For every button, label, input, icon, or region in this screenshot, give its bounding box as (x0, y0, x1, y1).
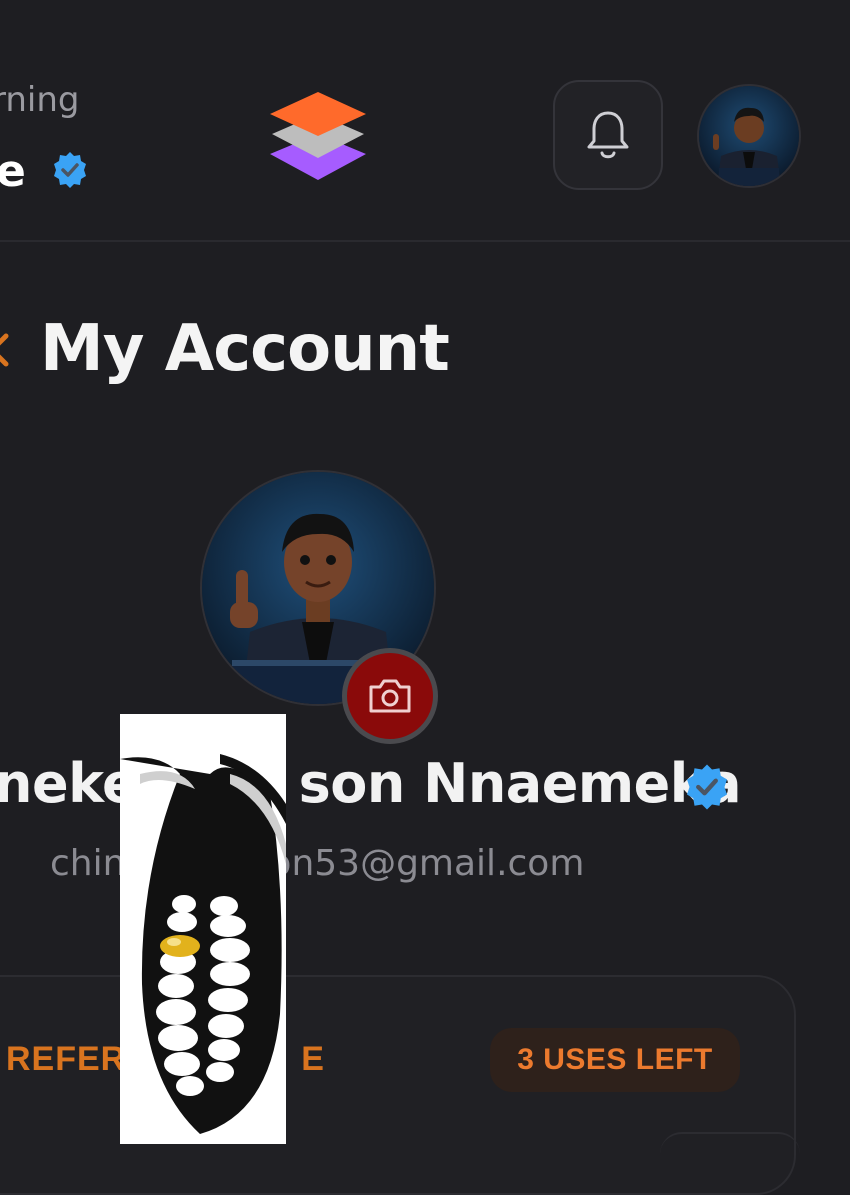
grinning-mouth-sticker (120, 714, 286, 1144)
uses-left-text: 3 USES LEFT (517, 1043, 713, 1076)
profile-avatar-button[interactable] (697, 84, 801, 188)
bell-icon (587, 111, 629, 159)
notifications-button[interactable] (553, 80, 663, 190)
camera-icon (369, 679, 411, 713)
verified-badge-icon (54, 152, 86, 188)
greeting-user-name: e (0, 146, 26, 197)
layers-logo-icon (270, 92, 366, 180)
uses-left-badge: 3 USES LEFT (490, 1028, 740, 1092)
profile-name: neke son Nnaemeka (0, 752, 742, 815)
verified-badge-icon (687, 764, 727, 810)
header-divider (0, 240, 850, 242)
chevron-left-icon[interactable] (0, 330, 12, 370)
avatar-image (699, 86, 799, 186)
page-title: My Account (40, 312, 450, 386)
greeting-text: rning (0, 80, 80, 120)
change-photo-button[interactable] (342, 648, 438, 744)
sticker-image (120, 751, 286, 1143)
referral-inner-panel (660, 1132, 800, 1154)
